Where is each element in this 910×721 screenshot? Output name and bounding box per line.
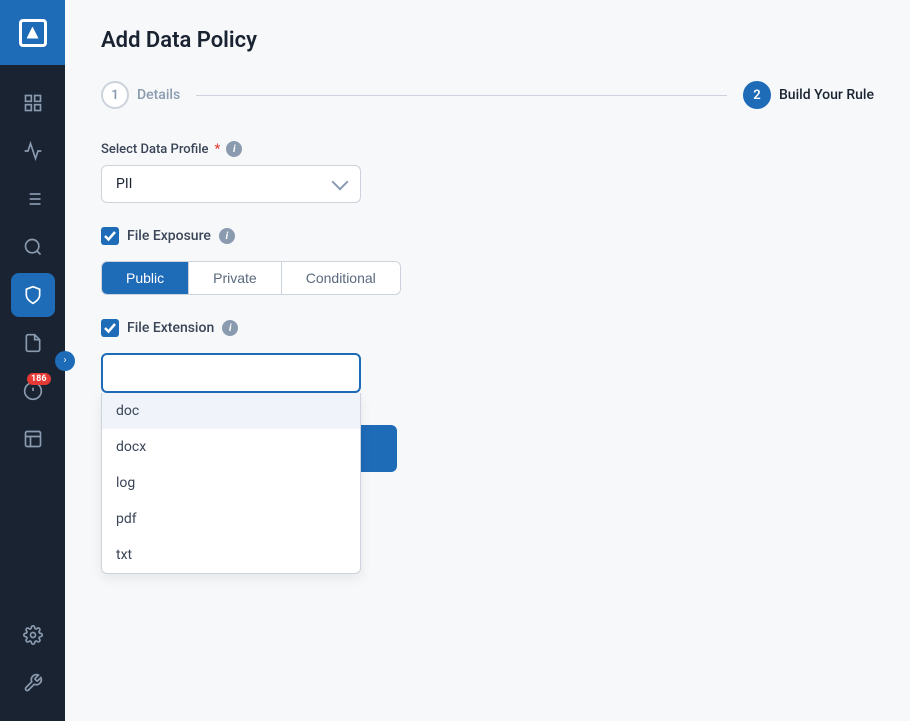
- page-title: Add Data Policy: [101, 28, 874, 53]
- list-icon: [23, 189, 43, 209]
- chevron-down-icon: [332, 174, 349, 191]
- tab-conditional[interactable]: Conditional: [282, 262, 400, 294]
- sidebar-item-list[interactable]: [11, 177, 55, 221]
- extension-option-doc[interactable]: doc: [102, 393, 360, 429]
- tab-private[interactable]: Private: [189, 262, 282, 294]
- sidebar-item-activity[interactable]: [11, 129, 55, 173]
- file-extension-dropdown: doc docx log pdf txt: [101, 393, 361, 574]
- file-extension-input[interactable]: [101, 353, 361, 393]
- select-data-profile-value: PII: [116, 176, 132, 192]
- activity-icon: [23, 141, 43, 161]
- select-data-profile-group: Select Data Profile * i PII: [101, 141, 874, 203]
- sidebar: › 186: [0, 0, 65, 721]
- file-extension-info-icon[interactable]: i: [222, 320, 238, 336]
- file-exposure-info-icon[interactable]: i: [219, 228, 235, 244]
- extension-option-pdf[interactable]: pdf: [102, 501, 360, 537]
- step-1-circle: 1: [101, 81, 129, 109]
- step-connector: [196, 95, 727, 96]
- sidebar-item-alerts[interactable]: 186: [11, 369, 55, 413]
- step-2: 2 Build Your Rule: [743, 81, 874, 109]
- step-2-circle: 2: [743, 81, 771, 109]
- file-extension-label: File Extension: [127, 320, 214, 336]
- settings-icon: [23, 625, 43, 645]
- file-exposure-row: File Exposure i: [101, 227, 874, 245]
- file-extension-checkbox[interactable]: [101, 319, 119, 337]
- sidebar-logo[interactable]: [0, 0, 65, 65]
- sidebar-item-dashboard[interactable]: [11, 81, 55, 125]
- required-indicator: *: [215, 142, 221, 157]
- step-1: 1 Details: [101, 81, 180, 109]
- file-extension-container: doc docx log pdf txt: [101, 353, 361, 393]
- file-exposure-checkbox[interactable]: [101, 227, 119, 245]
- sidebar-item-search[interactable]: [11, 225, 55, 269]
- file-extension-field-group: doc docx log pdf txt: [101, 353, 874, 393]
- sidebar-item-wrench[interactable]: [11, 661, 55, 705]
- sidebar-item-chart[interactable]: [11, 417, 55, 461]
- reports-icon: [23, 333, 43, 353]
- chart-icon: [23, 429, 43, 449]
- checkmark-icon: [104, 230, 116, 242]
- step-2-label: Build Your Rule: [779, 87, 874, 103]
- stepper: 1 Details 2 Build Your Rule: [101, 81, 874, 109]
- extension-option-log[interactable]: log: [102, 465, 360, 501]
- sidebar-bottom: [11, 613, 55, 721]
- file-exposure-label: File Exposure: [127, 228, 211, 244]
- sidebar-item-settings[interactable]: [11, 613, 55, 657]
- tab-public[interactable]: Public: [102, 262, 189, 294]
- file-extension-row: File Extension i: [101, 319, 874, 337]
- sidebar-expand-button[interactable]: ›: [55, 351, 75, 371]
- extension-option-txt[interactable]: txt: [102, 537, 360, 573]
- content-area: Add Data Policy 1 Details 2 Build Your R…: [65, 0, 910, 721]
- sidebar-nav: 186: [0, 73, 65, 469]
- logo-icon: [19, 19, 47, 47]
- checkmark-icon-2: [104, 322, 116, 334]
- select-data-profile-label: Select Data Profile * i: [101, 141, 874, 157]
- shield-icon: [23, 285, 43, 305]
- alerts-badge: 186: [27, 373, 51, 385]
- dashboard-icon: [23, 93, 43, 113]
- select-data-profile-dropdown[interactable]: PII: [101, 165, 361, 203]
- wrench-icon: [23, 673, 43, 693]
- select-data-profile-info-icon[interactable]: i: [226, 141, 242, 157]
- step-1-label: Details: [137, 87, 180, 103]
- select-data-profile-wrapper: PII: [101, 165, 361, 203]
- search-icon: [23, 237, 43, 257]
- sidebar-item-reports[interactable]: [11, 321, 55, 365]
- main-content: Add Data Policy 1 Details 2 Build Your R…: [65, 0, 910, 721]
- extension-option-docx[interactable]: docx: [102, 429, 360, 465]
- exposure-toggle-tabs: Public Private Conditional: [101, 261, 401, 295]
- sidebar-item-shield[interactable]: [11, 273, 55, 317]
